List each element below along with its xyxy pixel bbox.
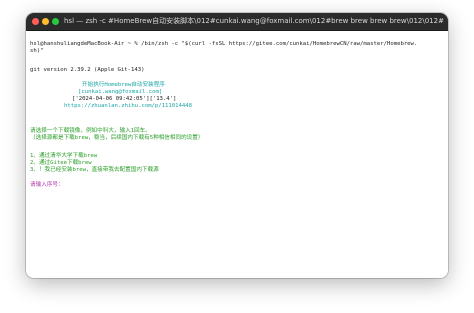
command-line-1: hsl@hanshuliangdeMacBook-Air ~ % /bin/zs… — [30, 41, 418, 47]
git-version-line: git version 2.39.2 (Apple Git-143) — [30, 67, 145, 73]
option-2: 2、通过Gitee下载brew — [30, 160, 92, 166]
zoom-button[interactable] — [52, 18, 59, 25]
option-1: 1、通过清华大学下载brew — [30, 153, 98, 159]
close-button[interactable] — [32, 18, 39, 25]
title-bar: hsl — zsh -c #HomeBrew自动安装脚本\012#cunkai.… — [26, 13, 448, 31]
terminal-window: hsl — zsh -c #HomeBrew自动安装脚本\012#cunkai.… — [26, 13, 448, 278]
banner-email: [cunkai.wang@foxmail.com] — [78, 89, 163, 95]
banner-title: 开始执行Homebrew自动安装程序 — [82, 82, 165, 88]
banner-time: ['2024-04-06 09:42:05']['13.4'] — [72, 96, 177, 102]
terminal-output[interactable]: hsl@hanshuliangdeMacBook-Air ~ % /bin/zs… — [26, 31, 448, 278]
option-3: 3、！我已经安装brew，直接带我去配置国内下载源 — [30, 167, 159, 173]
window-title: hsl — zsh -c #HomeBrew自动安装脚本\012#cunkai.… — [64, 17, 444, 25]
minimize-button[interactable] — [42, 18, 49, 25]
banner-url: https://zhuanlan.zhihu.com/p/111014448 — [64, 103, 192, 109]
command-line-2: sh)" — [30, 48, 44, 54]
mirror-prompt-hint: （选择源都是下载brew，稳当，后续国内下载有5种相信相同的设置） — [30, 135, 204, 141]
input-prompt: 请输入序号： — [30, 182, 64, 188]
mirror-prompt-title: 请选择一个下载镜像，例如中科大，输入1回车。 — [30, 128, 151, 134]
